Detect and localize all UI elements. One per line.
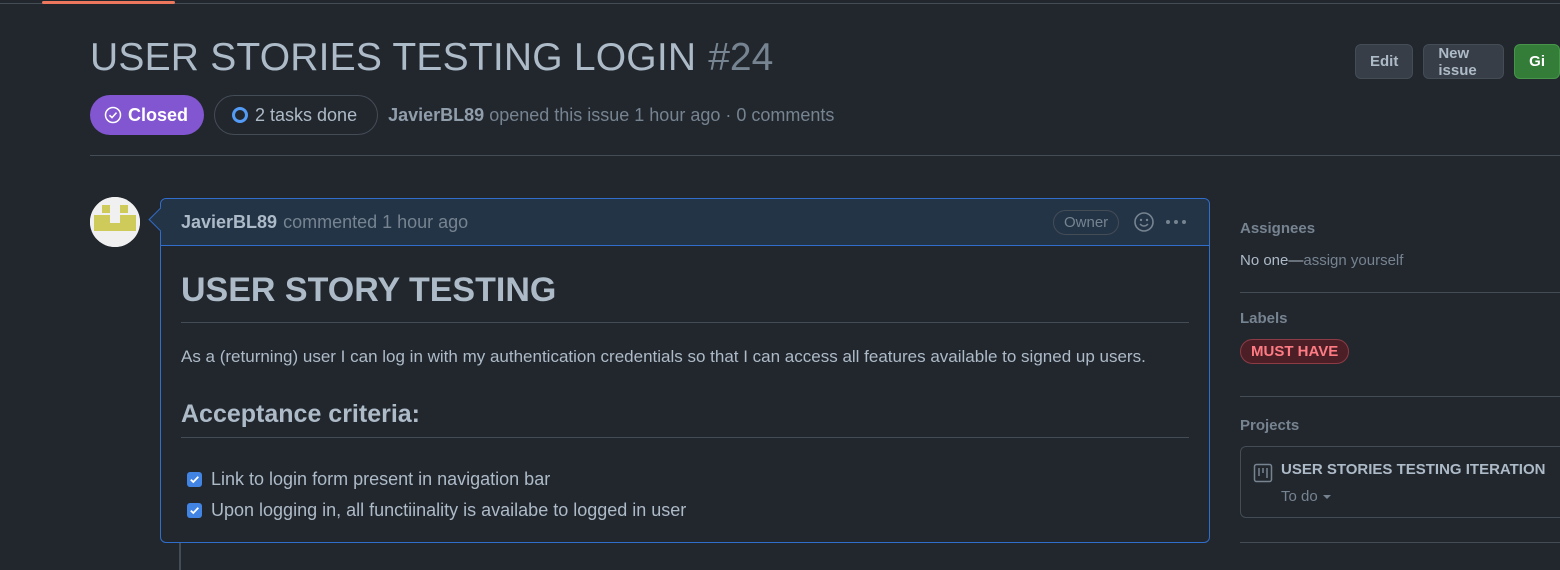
assign-yourself-link[interactable]: assign yourself — [1303, 252, 1403, 269]
projects-section: Projects USER STORIES TESTING ITERATION … — [1240, 397, 1560, 543]
smiley-icon[interactable] — [1133, 211, 1155, 233]
tasks-progress-badge[interactable]: 2 tasks done — [214, 95, 379, 135]
issue-meta-text: opened this issue 1 hour ago · 0 comment… — [489, 104, 835, 125]
issue-number: #24 — [708, 36, 774, 79]
avatar[interactable] — [90, 197, 140, 247]
header-actions: Edit New issue Gi — [1355, 44, 1560, 79]
project-card[interactable]: USER STORIES TESTING ITERATION To do — [1240, 446, 1560, 518]
issue-author-link[interactable]: JavierBL89 — [388, 105, 484, 125]
comment-author-link[interactable]: JavierBL89 — [181, 212, 277, 233]
state-label: Closed — [128, 104, 189, 125]
check-circle-icon — [104, 106, 122, 124]
labels-heading[interactable]: Labels — [1240, 310, 1560, 327]
caret-down-icon — [1322, 494, 1331, 499]
assignees-heading[interactable]: Assignees — [1240, 220, 1560, 237]
progress-circle-icon — [232, 107, 249, 123]
next-section-heading-clipped — [1240, 562, 1270, 570]
state-badge: Closed — [90, 95, 205, 135]
checkbox-checked-icon[interactable] — [187, 472, 202, 487]
top-border — [0, 3, 1560, 4]
owner-badge: Owner — [1053, 210, 1120, 235]
primary-action-button[interactable]: Gi — [1514, 44, 1560, 79]
comment-subheading: Acceptance criteria: — [181, 400, 1189, 438]
assignees-none: No one— — [1240, 252, 1304, 269]
labels-section: Labels MUST HAVE — [1240, 293, 1560, 397]
comment-heading: USER STORY TESTING — [181, 271, 1189, 323]
issue-title: USER STORIES TESTING LOGIN — [90, 36, 697, 79]
new-issue-button[interactable]: New issue — [1423, 44, 1505, 79]
timeline-line — [179, 543, 181, 570]
issue-meta-row: Closed 2 tasks done JavierBL89 opened th… — [90, 95, 834, 135]
project-status-label: To do — [1281, 488, 1318, 505]
comment-paragraph: As a (returning) user I can log in with … — [181, 347, 1146, 366]
project-board-icon — [1253, 463, 1273, 483]
comment-header: JavierBL89 commented 1 hour ago Owner — [161, 199, 1209, 246]
projects-heading[interactable]: Projects — [1240, 417, 1560, 434]
header-divider — [90, 155, 1560, 156]
task-list: Link to login form present in navigation… — [181, 464, 1189, 526]
tasks-label: 2 tasks done — [255, 104, 358, 125]
issue-meta: JavierBL89 opened this issue 1 hour ago … — [388, 105, 834, 126]
assignees-value: No one—assign yourself — [1240, 252, 1560, 269]
task-list-item: Link to login form present in navigation… — [181, 464, 1189, 495]
issue-sidebar: Assignees No one—assign yourself Labels … — [1240, 200, 1560, 543]
task-text: Link to login form present in navigation… — [211, 469, 551, 489]
project-name-link[interactable]: USER STORIES TESTING ITERATION — [1281, 461, 1545, 478]
assignees-section: Assignees No one—assign yourself — [1240, 200, 1560, 293]
task-text: Upon logging in, all functiinality is av… — [211, 500, 687, 520]
comment-body: USER STORY TESTING As a (returning) user… — [161, 271, 1209, 526]
active-tab-indicator — [42, 1, 175, 4]
issue-title-row: USER STORIES TESTING LOGIN #24 — [90, 36, 773, 80]
edit-button[interactable]: Edit — [1355, 44, 1414, 79]
checkbox-checked-icon[interactable] — [187, 503, 202, 518]
project-status-dropdown[interactable]: To do — [1281, 488, 1332, 505]
issue-page: USER STORIES TESTING LOGIN #24 Edit New … — [0, 0, 1560, 570]
task-list-item: Upon logging in, all functiinality is av… — [181, 495, 1189, 526]
label-chip[interactable]: MUST HAVE — [1240, 339, 1350, 364]
identicon — [90, 197, 140, 247]
comment-timestamp[interactable]: commented 1 hour ago — [283, 212, 468, 233]
kebab-icon[interactable] — [1163, 209, 1189, 235]
issue-comment: JavierBL89 commented 1 hour ago Owner US… — [160, 198, 1210, 543]
